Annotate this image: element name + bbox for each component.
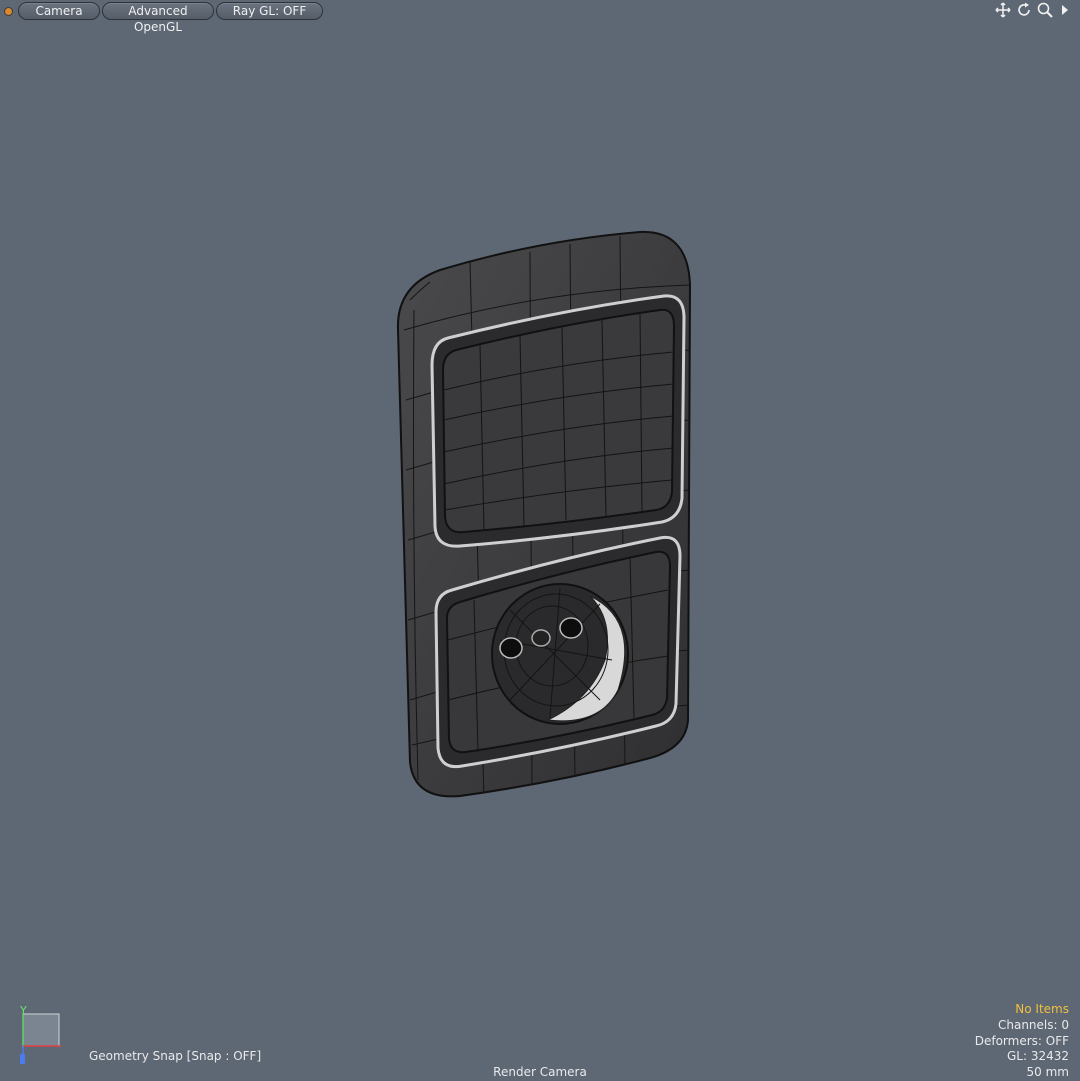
3d-viewport[interactable]: Camera Advanced OpenGL Ray GL: OFF Y Geo… [0,0,1080,1080]
focal-length: 50 mm [1026,1065,1069,1080]
geometry-snap-status[interactable]: Geometry Snap [Snap : OFF] [89,1049,261,1063]
render-camera-label: Render Camera [493,1065,587,1079]
channels-count: Channels: 0 [997,1017,1069,1032]
camera-button[interactable]: Camera [18,2,100,20]
move-view-icon[interactable] [994,1,1012,19]
more-arrow-icon[interactable] [1056,1,1074,19]
view-navigation-tools [994,1,1074,19]
raygl-toggle-button[interactable]: Ray GL: OFF [216,2,323,20]
opengl-mode-button[interactable]: Advanced OpenGL [102,2,214,34]
wall-socket-switch-model[interactable] [0,0,1080,1080]
selection-status: No Items [1015,1002,1069,1016]
viewport-toolbar: Camera Advanced OpenGL Ray GL: OFF [0,0,1080,34]
rotate-view-icon[interactable] [1015,1,1033,19]
axis-orientation-widget: Y [14,1004,70,1068]
viewport-menu-button[interactable] [4,7,13,16]
zoom-view-icon[interactable] [1036,1,1054,19]
deformers-status: Deformers: OFF [974,1033,1069,1048]
axis-y-label: Y [20,1004,27,1017]
scene-info-panel: No Items Channels: 0 Deformers: OFF GL: … [975,1002,1069,1081]
gl-polycount: GL: 32432 [1006,1049,1069,1064]
